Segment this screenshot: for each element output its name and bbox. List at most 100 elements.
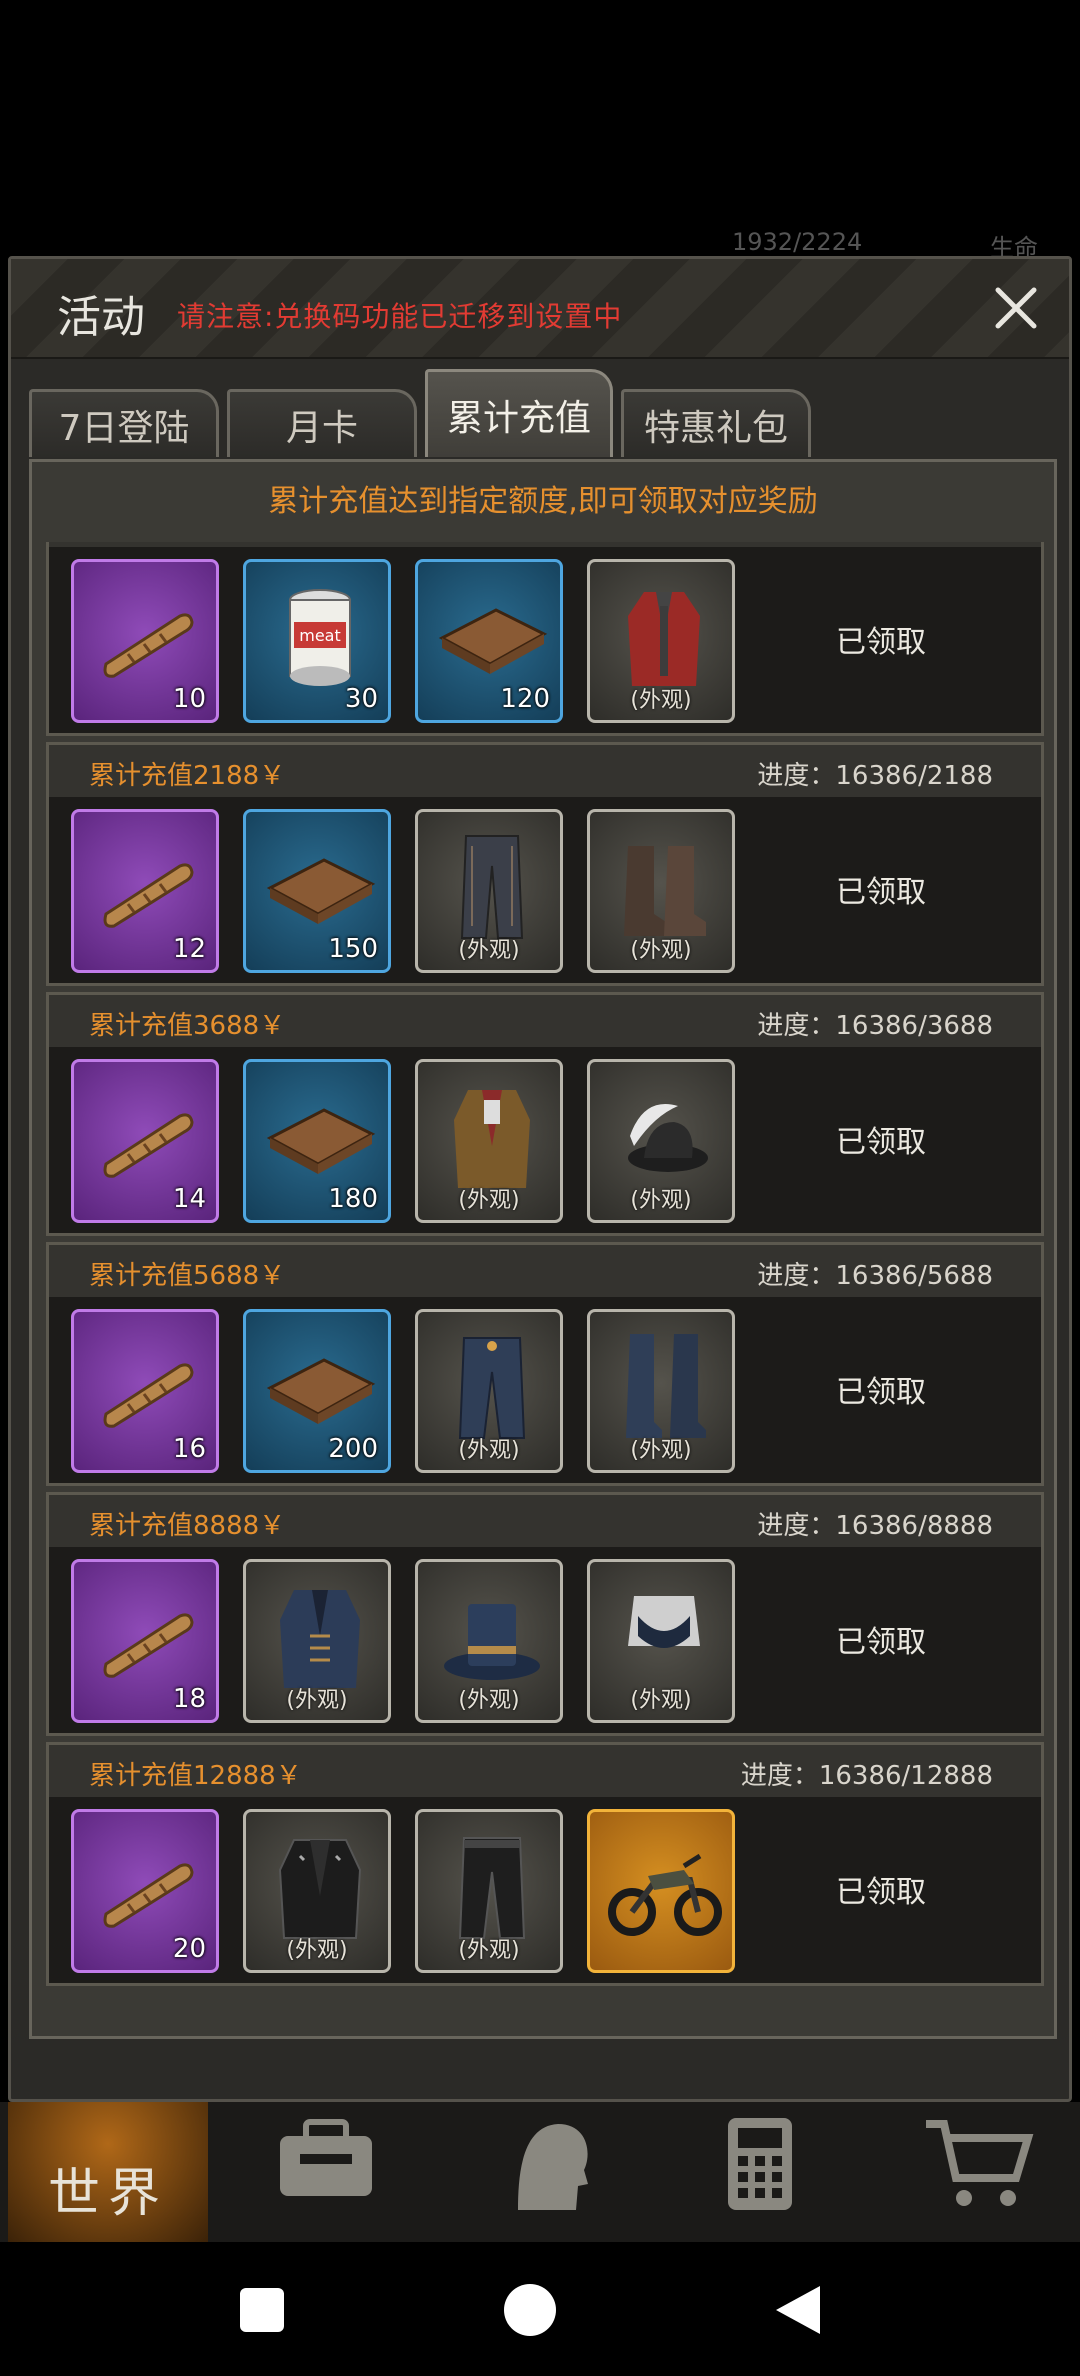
tier-progress: 进度：16386/12888 bbox=[740, 1761, 993, 1791]
item-appearance-tag: (外观) bbox=[286, 1938, 348, 1963]
reward-item[interactable]: 150 bbox=[243, 809, 391, 973]
item-quantity: 12 bbox=[172, 934, 206, 964]
nav-world-button[interactable]: 世界 bbox=[8, 2102, 208, 2242]
reward-item[interactable]: 10 bbox=[71, 559, 219, 723]
reward-item[interactable]: (外观) bbox=[587, 559, 735, 723]
reward-tier: 累计充值8888￥ 进度：16386/8888 18 (外观) (外观) (外观) 已领取 bbox=[46, 1492, 1044, 1736]
reward-item[interactable]: (外观) bbox=[415, 1559, 563, 1723]
item-quantity: 120 bbox=[500, 684, 550, 714]
reward-item[interactable]: (外观) bbox=[587, 1309, 735, 1473]
reward-item[interactable]: 120 bbox=[415, 559, 563, 723]
tab-bar: 7日登陆 月卡 累计充值 特惠礼包 bbox=[29, 369, 1059, 459]
reward-item[interactable]: (外观) bbox=[415, 1059, 563, 1223]
status-area bbox=[0, 0, 1080, 250]
tier-progress: 进度：16386/3688 bbox=[757, 1011, 993, 1041]
reward-item[interactable]: (外观) bbox=[243, 1559, 391, 1723]
backpack-icon[interactable] bbox=[266, 2114, 386, 2214]
recents-button[interactable] bbox=[222, 2270, 302, 2350]
claimed-status: 已领取 bbox=[836, 1125, 926, 1160]
square-icon bbox=[240, 2288, 284, 2332]
reward-item[interactable]: 180 bbox=[243, 1059, 391, 1223]
jacket-icon bbox=[454, 1090, 530, 1188]
item-appearance-tag: (外观) bbox=[458, 1938, 520, 1963]
reward-item[interactable] bbox=[587, 1809, 735, 1973]
reward-item[interactable]: (外观) bbox=[415, 1309, 563, 1473]
reward-tier: 10 meat 30 120 (外观) 已领取 bbox=[46, 542, 1044, 736]
reward-item[interactable]: (外观) bbox=[243, 1809, 391, 1973]
reward-item[interactable]: (外观) bbox=[415, 1809, 563, 1973]
character-head-icon[interactable] bbox=[488, 2114, 608, 2214]
tier-progress: 进度：16386/2188 bbox=[757, 761, 993, 791]
reward-item[interactable]: meat 30 bbox=[243, 559, 391, 723]
claimed-status: 已领取 bbox=[836, 625, 926, 660]
tier-progress: 进度：16386/5688 bbox=[757, 1261, 993, 1291]
tab-cumulative-recharge[interactable]: 累计充值 bbox=[425, 369, 613, 457]
tier-title: 累计充值3688￥ bbox=[89, 1011, 286, 1041]
item-appearance-tag: (外观) bbox=[286, 1688, 348, 1713]
system-nav-bar bbox=[0, 2242, 1080, 2376]
back-triangle-icon bbox=[776, 2286, 820, 2334]
item-appearance-tag: (外观) bbox=[458, 1688, 520, 1713]
cigar-icon bbox=[103, 613, 194, 678]
tier-rewards: 10 meat 30 120 (外观) 已领取 bbox=[49, 547, 1041, 733]
book-icon bbox=[266, 1358, 376, 1424]
tab-7day-login[interactable]: 7日登陆 bbox=[29, 389, 219, 457]
tier-header: 累计充值2188￥ 进度：16386/2188 bbox=[49, 745, 1041, 797]
red-coat-icon bbox=[628, 592, 700, 686]
reward-list[interactable]: 10 meat 30 120 (外观) 已领取 累计充值2188￥ 进度：16386/2188… bbox=[46, 542, 1044, 2022]
reward-item[interactable]: (外观) bbox=[587, 1559, 735, 1723]
item-appearance-tag: (外观) bbox=[630, 1438, 692, 1463]
book-icon bbox=[438, 608, 548, 674]
tier-rewards: 20 (外观) (外观) 已领取 bbox=[49, 1797, 1041, 1983]
shop-cart-icon[interactable] bbox=[920, 2114, 1040, 2214]
close-button[interactable] bbox=[981, 273, 1051, 343]
book-icon bbox=[266, 858, 376, 924]
claimed-status: 已领取 bbox=[836, 1875, 926, 1910]
game-nav-bar: 世界 bbox=[0, 2102, 1080, 2242]
tier-title: 累计充值8888￥ bbox=[89, 1511, 286, 1541]
tier-rewards: 16 200 (外观) (外观) 已领取 bbox=[49, 1297, 1041, 1483]
reward-tier: 累计充值2188￥ 进度：16386/2188 12 150 (外观) (外观) 已领取 bbox=[46, 742, 1044, 986]
tier-header: 累计充值5688￥ 进度：16386/5688 bbox=[49, 1245, 1041, 1297]
motorcycle-icon bbox=[608, 1853, 722, 1936]
blue-jacket-icon bbox=[280, 1590, 360, 1688]
reward-item[interactable]: 16 bbox=[71, 1309, 219, 1473]
item-quantity: 200 bbox=[328, 1434, 378, 1464]
pants-icon bbox=[460, 835, 524, 939]
reward-item[interactable]: (外观) bbox=[415, 809, 563, 973]
reward-item[interactable]: 14 bbox=[71, 1059, 219, 1223]
reward-tier: 累计充值5688￥ 进度：16386/5688 16 200 (外观) (外观) 已领取 bbox=[46, 1242, 1044, 1486]
reward-item[interactable]: 12 bbox=[71, 809, 219, 973]
tier-title: 累计充值12888￥ bbox=[89, 1761, 302, 1791]
tab-monthly-card[interactable]: 月卡 bbox=[227, 389, 417, 457]
tab-special-pack[interactable]: 特惠礼包 bbox=[621, 389, 811, 457]
reward-item[interactable]: 20 bbox=[71, 1809, 219, 1973]
top-hat-icon bbox=[444, 1604, 540, 1680]
cigar-icon bbox=[103, 863, 194, 928]
tier-rewards: 14 180 (外观) (外观) 已领取 bbox=[49, 1047, 1041, 1233]
tier-title: 累计充值5688￥ bbox=[89, 1261, 286, 1291]
reward-item[interactable]: (外观) bbox=[587, 1059, 735, 1223]
phone-icon[interactable] bbox=[700, 2114, 820, 2214]
item-appearance-tag: (外观) bbox=[630, 688, 692, 713]
claimed-status: 已领取 bbox=[836, 1375, 926, 1410]
item-appearance-tag: (外观) bbox=[630, 1688, 692, 1713]
reward-item[interactable]: 18 bbox=[71, 1559, 219, 1723]
boots-icon bbox=[624, 846, 706, 936]
book-icon bbox=[266, 1108, 376, 1174]
home-button[interactable] bbox=[490, 2270, 570, 2350]
tier-title: 累计充值2188￥ bbox=[89, 761, 286, 791]
dialog-notice: 请注意:兑换码功能已迁移到设置中 bbox=[177, 300, 623, 333]
tier-header: 累计充值12888￥ 进度：16386/12888 bbox=[49, 1745, 1041, 1797]
reward-item[interactable]: 200 bbox=[243, 1309, 391, 1473]
item-quantity: 20 bbox=[172, 1934, 206, 1964]
item-appearance-tag: (外观) bbox=[458, 1188, 520, 1213]
circle-icon bbox=[504, 2284, 556, 2336]
claimed-status: 已领取 bbox=[836, 875, 926, 910]
reward-tier: 累计充值12888￥ 进度：16386/12888 20 (外观) (外观) 已领取 bbox=[46, 1742, 1044, 1986]
reward-item[interactable]: (外观) bbox=[587, 809, 735, 973]
back-button[interactable] bbox=[758, 2270, 838, 2350]
tier-rewards: 18 (外观) (外观) (外观) 已领取 bbox=[49, 1547, 1041, 1733]
item-quantity: 10 bbox=[172, 684, 206, 714]
item-quantity: 16 bbox=[172, 1434, 206, 1464]
